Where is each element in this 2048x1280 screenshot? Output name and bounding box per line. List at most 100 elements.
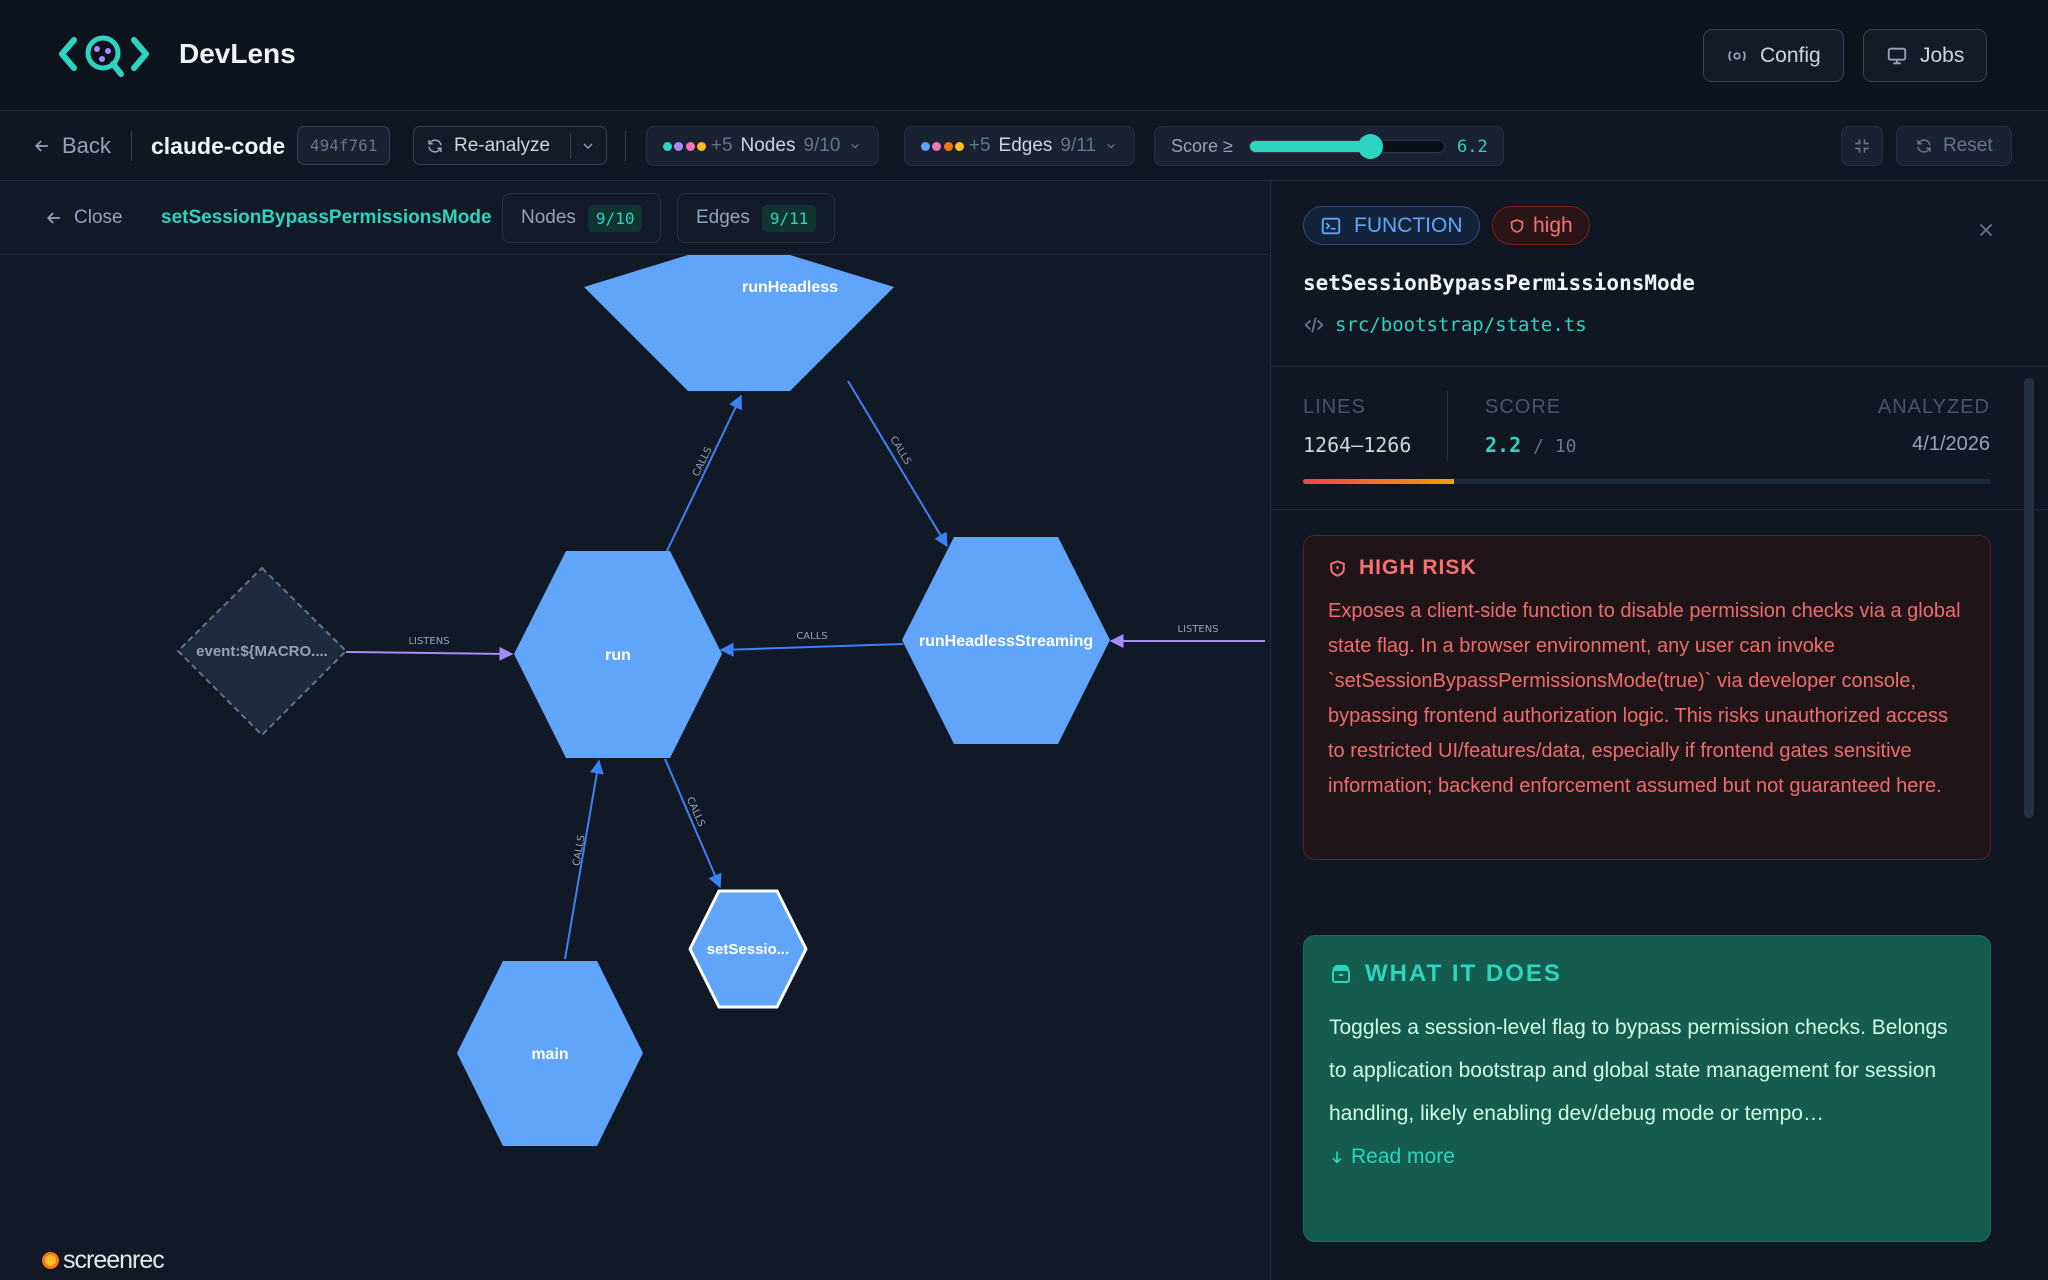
graph-edges-label: Edges (696, 207, 750, 228)
reanalyze-button[interactable]: Re-analyze (413, 126, 607, 165)
node-label: setSessio... (707, 941, 790, 958)
graph-edge (665, 394, 742, 554)
edge-label-text: CALLS (887, 434, 913, 467)
node-detail-panel: FUNCTION high setSessionBypassPermission… (1270, 181, 2048, 1280)
severity-badge: high (1492, 206, 1590, 245)
reset-button[interactable]: Reset (1896, 126, 2012, 166)
graph-node-runHeadless[interactable]: runHeadless (584, 255, 894, 391)
screenrec-watermark: screenrec (42, 1246, 165, 1275)
read-more-label: Read more (1351, 1145, 1455, 1168)
node-label: runHeadlessStreaming (919, 633, 1093, 650)
risk-card: HIGH RISK Exposes a client-side function… (1303, 535, 1991, 860)
edge-dot (921, 142, 930, 151)
reset-label: Reset (1943, 135, 1993, 156)
graph-node-main[interactable]: main (457, 961, 643, 1146)
close-icon[interactable] (1975, 219, 1997, 241)
graph-canvas[interactable]: CALLS CALLS CALLS LISTENS LISTENS CALLS … (0, 181, 1269, 1280)
edge-label: CALLS (571, 834, 587, 867)
risk-heading: HIGH RISK (1328, 556, 1966, 580)
arrow-left-icon (46, 212, 60, 224)
node-dot (663, 142, 672, 151)
graph-nodes-count: 9/10 (587, 204, 643, 232)
close-focus-button[interactable]: Close (44, 207, 123, 229)
score-filter-value: 6.2 (1457, 137, 1488, 157)
node-dot (685, 142, 695, 151)
risk-description: Exposes a client-side function to disabl… (1328, 600, 1961, 797)
edge-label: CALLS (796, 631, 827, 642)
read-more-link[interactable]: Read more (1329, 1145, 1965, 1169)
edge-label: CALLS (691, 445, 715, 478)
panel-scrollbar[interactable] (2024, 378, 2034, 818)
analyzed-label: ANALYZED (1877, 396, 1990, 418)
back-label: Back (62, 133, 111, 158)
shield-icon (1510, 218, 1524, 233)
score-slider-thumb[interactable] (1358, 134, 1384, 159)
nodes-filter-label: Nodes (740, 135, 796, 156)
graph-edge (664, 758, 722, 889)
refresh-icon (1917, 139, 1931, 153)
back-button[interactable]: Back (32, 133, 111, 159)
score-value: 2.2 (1485, 433, 1522, 457)
edge-type-dots (921, 135, 964, 157)
graph-edges-count: 9/11 (761, 204, 817, 232)
analysis-toolbar: Back claude-code 494f761 Re-analyze +5 N… (0, 111, 2048, 181)
monitor-icon (1887, 47, 1907, 64)
edge-label-text: CALLS (691, 445, 715, 478)
score-filter: Score ≥ 6.2 (1154, 126, 1504, 166)
graph-node-event[interactable]: event:${MACRO.... (176, 566, 348, 737)
nodes-extra-count: +5 (710, 135, 733, 156)
score-slider[interactable] (1249, 134, 1445, 159)
nodes-filter-count: 9/10 (803, 135, 841, 156)
edge-label-text: LISTENS (1177, 624, 1218, 635)
node-dot (696, 142, 706, 151)
shield-icon (1330, 559, 1345, 577)
what-it-does-card: WHAT IT DOES Toggles a session-level fla… (1303, 935, 1991, 1242)
what-it-does-heading: WHAT IT DOES (1329, 960, 1965, 988)
graph-nodes-label: Nodes (521, 207, 576, 228)
kind-label: FUNCTION (1354, 213, 1463, 237)
close-focus-label: Close (74, 207, 123, 228)
watermark-text: screenrec (63, 1246, 165, 1274)
graph-node-run[interactable]: run (514, 551, 722, 758)
file-path[interactable]: src/bootstrap/state.ts (1303, 314, 1587, 336)
edges-extra-count: +5 (968, 135, 991, 156)
function-name: setSessionBypassPermissionsMode (1303, 271, 1695, 295)
severity-label: high (1533, 213, 1573, 237)
config-label: Config (1760, 43, 1821, 67)
graph-node-runHeadlessStreaming[interactable]: runHeadlessStreaming (902, 537, 1110, 744)
stat-divider (1447, 391, 1448, 461)
node-label: event:${MACRO.... (196, 643, 328, 660)
edge-label: LISTENS (408, 636, 449, 647)
app-header: DevLens Config Jobs (0, 0, 2048, 111)
edge-dot (932, 142, 942, 151)
split-divider (570, 133, 571, 159)
what-it-does-title: WHAT IT DOES (1365, 960, 1562, 987)
node-type-dots (663, 135, 706, 157)
nodes-filter-dropdown[interactable]: +5 Nodes 9/10 (646, 126, 880, 166)
config-button[interactable]: Config (1703, 29, 1844, 82)
chevron-down-icon[interactable] (580, 138, 596, 154)
kind-badge: FUNCTION (1303, 206, 1480, 245)
file-path-text: src/bootstrap/state.ts (1335, 314, 1587, 336)
edge-label: LISTENS (1177, 624, 1218, 635)
commit-hash: 494f761 (297, 126, 391, 165)
score-filter-label: Score ≥ (1171, 135, 1233, 156)
config-icon (1728, 50, 1746, 61)
divider (1271, 509, 2048, 510)
node-label: main (531, 1046, 568, 1063)
edge-label-text: LISTENS (408, 636, 449, 647)
call-graph-view: CALLS CALLS CALLS LISTENS LISTENS CALLS … (0, 181, 1269, 1280)
graph-node-setSession[interactable]: setSessio... (688, 889, 808, 1009)
minimize-icon (1855, 139, 1869, 153)
score-bar-fill (1303, 479, 1455, 484)
edge-label-text: CALLS (796, 631, 827, 642)
record-icon (42, 1252, 59, 1269)
terminal-icon (1321, 217, 1341, 234)
box-icon (1332, 965, 1350, 983)
edges-filter-dropdown[interactable]: +5 Edges 9/11 (904, 126, 1135, 166)
score-label: SCORE (1485, 396, 1562, 418)
collapse-button[interactable] (1841, 126, 1883, 166)
graph-nodes-pill: Nodes 9/10 (502, 193, 662, 243)
jobs-button[interactable]: Jobs (1863, 29, 1988, 82)
analyzed-value: 4/1/2026 (1912, 433, 1990, 455)
